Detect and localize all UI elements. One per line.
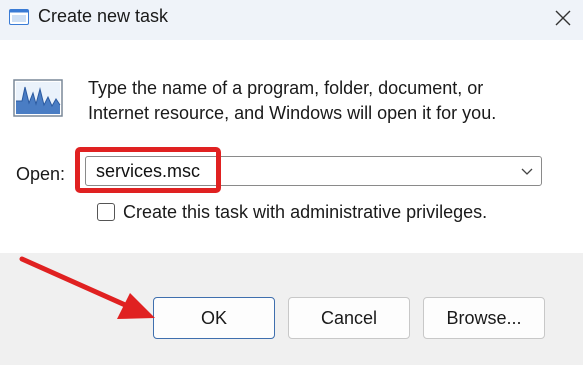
admin-privileges-label[interactable]: Create this task with administrative pri…	[123, 202, 487, 223]
run-dialog-icon	[9, 9, 29, 25]
description-line-2: Internet resource, and Windows will open…	[88, 103, 497, 123]
task-manager-icon	[13, 79, 63, 117]
create-new-task-dialog: Create new task Type the name of a progr…	[0, 0, 583, 365]
ok-button[interactable]: OK	[153, 297, 275, 339]
close-icon	[555, 10, 571, 26]
chevron-down-icon[interactable]	[519, 163, 535, 179]
description-line-1: Type the name of a program, folder, docu…	[88, 78, 484, 98]
open-label: Open:	[16, 164, 66, 184]
window-title: Create new task	[38, 6, 169, 26]
close-button[interactable]	[543, 0, 583, 36]
title-bar: Create new task	[0, 0, 583, 40]
admin-privileges-checkbox[interactable]	[97, 203, 115, 221]
cancel-button[interactable]: Cancel	[288, 297, 410, 339]
annotation-highlight-box	[75, 147, 221, 193]
browse-button[interactable]: Browse...	[423, 297, 545, 339]
dialog-description: Type the name of a program, folder, docu…	[88, 76, 558, 126]
